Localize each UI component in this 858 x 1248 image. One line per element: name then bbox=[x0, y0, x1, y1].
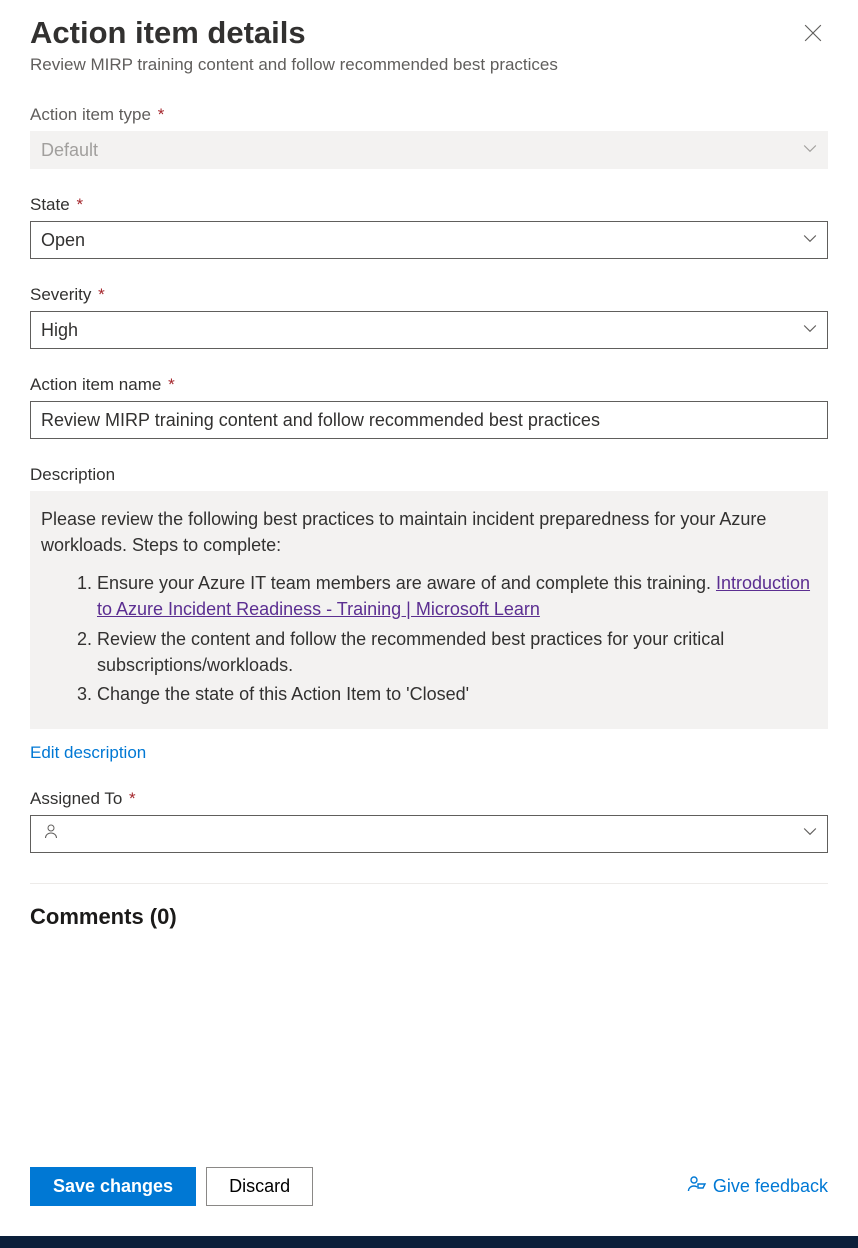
state-select[interactable]: Open bbox=[30, 221, 828, 259]
description-step-3: Change the state of this Action Item to … bbox=[97, 681, 817, 707]
comments-heading: Comments (0) bbox=[30, 904, 828, 930]
description-intro: Please review the following best practic… bbox=[41, 506, 817, 558]
page-title: Action item details bbox=[30, 14, 558, 51]
bottom-bar bbox=[0, 1236, 858, 1248]
required-marker: * bbox=[168, 375, 175, 394]
give-feedback-link[interactable]: Give feedback bbox=[687, 1174, 828, 1199]
severity-select[interactable]: High bbox=[30, 311, 828, 349]
chevron-down-icon bbox=[803, 140, 817, 161]
close-icon bbox=[804, 24, 822, 42]
required-marker: * bbox=[98, 285, 105, 304]
edit-description-link[interactable]: Edit description bbox=[30, 743, 146, 763]
footer-bar: Save changes Discard Give feedback bbox=[30, 1148, 828, 1236]
description-box: Please review the following best practic… bbox=[30, 491, 828, 729]
type-label: Action item type * bbox=[30, 105, 828, 125]
description-step-1: Ensure your Azure IT team members are aw… bbox=[97, 570, 817, 622]
feedback-icon bbox=[687, 1174, 707, 1199]
name-label: Action item name * bbox=[30, 375, 828, 395]
required-marker: * bbox=[129, 789, 136, 808]
type-value: Default bbox=[41, 140, 98, 161]
page-subtitle: Review MIRP training content and follow … bbox=[30, 55, 558, 75]
required-marker: * bbox=[76, 195, 83, 214]
assigned-to-label: Assigned To * bbox=[30, 789, 828, 809]
description-step-2: Review the content and follow the recomm… bbox=[97, 626, 817, 678]
state-label: State * bbox=[30, 195, 828, 215]
state-value: Open bbox=[41, 230, 85, 251]
severity-label: Severity * bbox=[30, 285, 828, 305]
close-button[interactable] bbox=[798, 18, 828, 48]
assigned-to-select[interactable] bbox=[30, 815, 828, 853]
description-label: Description bbox=[30, 465, 828, 485]
discard-button[interactable]: Discard bbox=[206, 1167, 313, 1206]
chevron-down-icon bbox=[803, 320, 817, 341]
severity-value: High bbox=[41, 320, 78, 341]
person-icon bbox=[43, 823, 59, 844]
name-input[interactable] bbox=[30, 401, 828, 439]
required-marker: * bbox=[158, 105, 165, 124]
section-divider bbox=[30, 883, 828, 884]
chevron-down-icon bbox=[803, 230, 817, 251]
save-button[interactable]: Save changes bbox=[30, 1167, 196, 1206]
chevron-down-icon bbox=[803, 823, 817, 844]
type-select[interactable]: Default bbox=[30, 131, 828, 169]
